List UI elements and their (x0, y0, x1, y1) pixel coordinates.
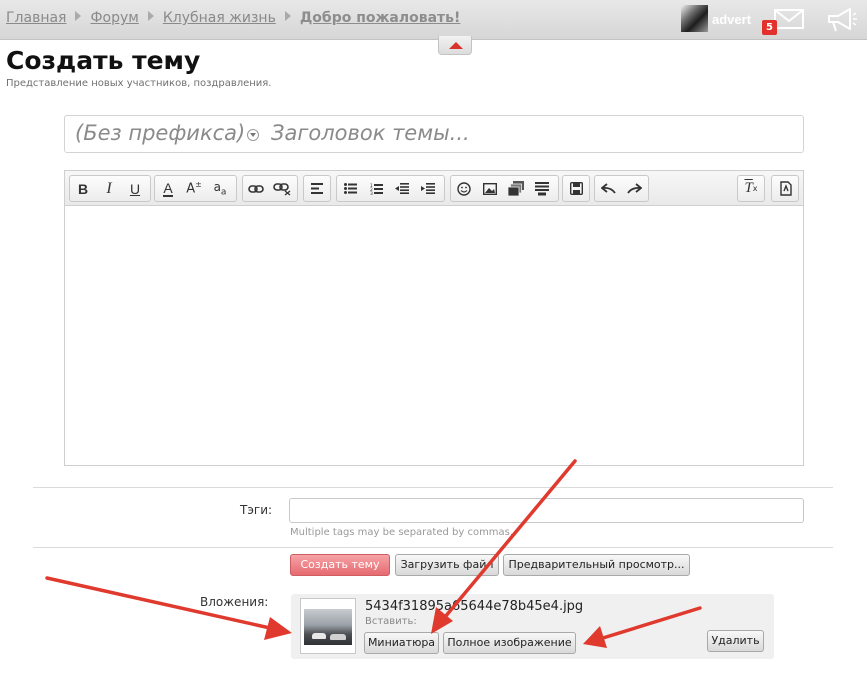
toolbar-group-format: Tx (737, 175, 765, 202)
delete-attachment-button[interactable]: Удалить (707, 630, 764, 652)
preview-button[interactable]: Предварительный просмотр... (503, 554, 690, 576)
remove-format-icon[interactable]: Tx (738, 176, 764, 201)
italic-icon[interactable]: I (96, 176, 122, 201)
image-icon[interactable] (477, 176, 503, 201)
redo-icon[interactable] (621, 176, 647, 201)
code-icon[interactable] (529, 176, 555, 201)
top-navigation-bar: Главная Форум Клубная жизнь Добро пожаловат… (0, 0, 867, 40)
underline-icon[interactable]: U (122, 176, 148, 201)
breadcrumb-club-life[interactable]: Клубная жизнь (163, 10, 276, 26)
breadcrumb-separator-icon (284, 11, 291, 21)
attachment-filename[interactable]: 5434f31895a65644e78b45e4.jpg (365, 599, 583, 614)
breadcrumb-current[interactable]: Добро пожаловать! (300, 10, 461, 26)
breadcrumb-forum[interactable]: Форум (90, 10, 138, 26)
outdent-icon[interactable] (389, 176, 415, 201)
inbox-button[interactable] (774, 8, 804, 34)
toolbar-group-draft (562, 175, 590, 202)
car-shape (330, 634, 346, 640)
editor-toolbar: B I U A A± aa 123 T x (65, 171, 803, 206)
insert-full-image-button[interactable]: Полное изображение (443, 632, 576, 654)
font-family-icon[interactable]: aa (207, 176, 233, 201)
breadcrumb-home[interactable]: Главная (6, 10, 66, 26)
megaphone-icon (828, 8, 857, 32)
bullet-list-icon[interactable] (337, 176, 363, 201)
attachments-label: Вложения: (200, 595, 269, 609)
breadcrumb: Главная Форум Клубная жизнь Добро пожаловат… (6, 10, 460, 26)
annotation-arrow-2 (45, 576, 292, 640)
font-size-icon[interactable]: A± (181, 176, 207, 201)
insert-thumbnail-button[interactable]: Миниатюра (364, 632, 439, 654)
indent-icon[interactable] (415, 176, 441, 201)
breadcrumb-separator-icon (147, 11, 154, 21)
toolbar-group-history (594, 175, 649, 202)
save-draft-icon[interactable] (563, 176, 589, 201)
tags-input[interactable] (289, 498, 804, 523)
undo-icon[interactable] (595, 176, 621, 201)
message-editor[interactable]: B I U A A± aa 123 T x (64, 170, 804, 466)
numbered-list-icon[interactable]: 123 (363, 176, 389, 201)
car-shape (312, 633, 326, 639)
create-thread-button[interactable]: Создать тему (290, 554, 390, 576)
media-icon[interactable] (503, 176, 529, 201)
tags-label: Тэги: (240, 503, 273, 517)
toolbar-group-insert (450, 175, 559, 202)
smilies-icon[interactable] (451, 176, 477, 201)
toolbar-group-align (303, 175, 331, 202)
page-title: Создать тему (6, 46, 201, 75)
toolbar-group-text-style: B I U (69, 175, 151, 202)
thread-title-field[interactable]: (Без префикса) Заголовок темы... (64, 115, 804, 153)
insert-label: Вставить: (365, 616, 417, 627)
toolbar-group-lists: 123 (336, 175, 445, 202)
unlink-icon[interactable] (269, 176, 295, 201)
align-icon[interactable] (304, 176, 330, 201)
thread-title-input[interactable]: Заголовок темы... (271, 121, 470, 145)
envelope-icon (774, 9, 804, 29)
divider (33, 487, 833, 488)
divider (33, 547, 833, 548)
page-subtitle: Представление новых участников, поздравл… (6, 78, 272, 89)
prefix-select[interactable]: (Без префикса) (75, 121, 245, 145)
avatar[interactable] (681, 5, 708, 32)
tags-hint: Multiple tags may be separated by commas… (290, 527, 514, 538)
link-icon[interactable] (243, 176, 269, 201)
toolbar-group-mode (771, 175, 799, 202)
toolbar-group-link (242, 175, 298, 202)
chevron-down-icon[interactable] (247, 129, 259, 141)
svg-text:3: 3 (370, 191, 373, 195)
font-color-icon[interactable]: A (155, 176, 181, 201)
toolbar-group-font: A A± aa (154, 175, 237, 202)
alerts-button[interactable] (826, 6, 858, 38)
bold-icon[interactable]: B (70, 176, 96, 201)
breadcrumb-separator-icon (75, 11, 82, 21)
toggle-bbcode-icon[interactable] (772, 176, 798, 201)
collapse-header-button[interactable] (438, 36, 472, 55)
upload-file-button[interactable]: Загрузить файл (395, 554, 499, 576)
attachment-thumbnail[interactable] (300, 598, 356, 654)
notification-count-badge: 5 (762, 20, 777, 35)
arrow-up-icon (449, 42, 463, 49)
username-link[interactable]: advert (712, 12, 751, 27)
